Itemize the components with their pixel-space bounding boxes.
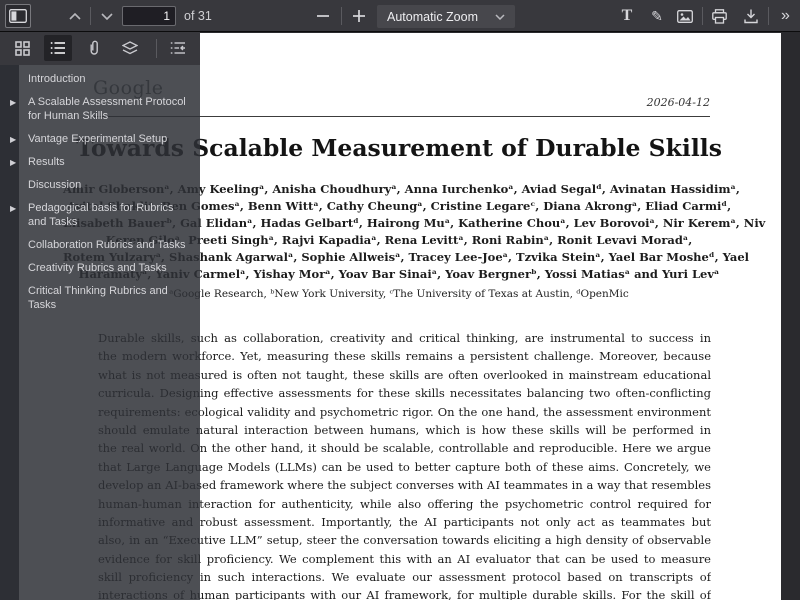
expand-triangle-icon[interactable]: ▶ [10, 98, 16, 107]
sidebar-toolbar-separator [156, 39, 157, 58]
outline-item-label: Critical Thinking Rubrics and Tasks [28, 285, 168, 311]
image-icon [677, 10, 693, 23]
outline-tree: Introduction ▶ A Scalable Assessment Pro… [0, 72, 200, 321]
outline-item-vantage-experimental-setup[interactable]: ▶ Vantage Experimental Setup [0, 132, 200, 146]
double-chevron-icon: » [781, 7, 789, 25]
draw-tool-button[interactable]: ✎ [644, 4, 670, 28]
plus-icon [353, 10, 365, 22]
outline-item-label: Creativity Rubrics and Tasks [28, 262, 167, 274]
zoom-in-button[interactable] [346, 4, 372, 28]
toolbar-separator [90, 7, 91, 25]
outline-item-introduction[interactable]: Introduction [0, 72, 200, 86]
pdf-viewer-window: Google 2026-04-12 Towards Scalable Measu… [0, 0, 800, 600]
next-page-button[interactable] [94, 4, 120, 28]
text-tool-icon: T [622, 7, 633, 25]
sidebar-toolbar [0, 32, 200, 65]
outline-item-label: Collaboration Rubrics and Tasks [28, 239, 186, 251]
outline-list-icon [50, 41, 66, 55]
chevron-up-icon [69, 13, 81, 20]
pencil-icon: ✎ [651, 8, 663, 25]
outline-item-collaboration-rubrics[interactable]: Collaboration Rubrics and Tasks [0, 238, 200, 252]
attachments-view-button[interactable] [80, 35, 108, 61]
current-outline-item-icon [170, 41, 186, 55]
sidebar: Introduction ▶ A Scalable Assessment Pro… [0, 32, 200, 600]
document-date: 2026-04-12 [647, 96, 710, 109]
layers-icon [122, 41, 138, 55]
layers-view-button[interactable] [116, 35, 144, 61]
outline-item-critical-thinking-rubrics[interactable]: Critical Thinking Rubrics and Tasks [0, 284, 200, 312]
thumbnails-view-button[interactable] [8, 35, 36, 61]
expand-triangle-icon[interactable]: ▶ [10, 135, 16, 144]
outline-item-creativity-rubrics[interactable]: Creativity Rubrics and Tasks [0, 261, 200, 275]
outline-item-label: Pedagogical basis for Rubrics and Tasks [28, 202, 174, 228]
toolbar-separator [768, 7, 769, 25]
zoom-level-select[interactable]: Automatic Zoom [377, 5, 515, 28]
outline-item-label: Introduction [28, 73, 85, 85]
outline-item-label: Results [28, 156, 65, 168]
outline-item-discussion[interactable]: Discussion [0, 178, 200, 192]
zoom-out-button[interactable] [310, 4, 336, 28]
outline-item-results[interactable]: ▶ Results [0, 155, 200, 169]
save-button[interactable] [738, 4, 764, 28]
toolbar-separator [702, 7, 703, 25]
page-count-label: of 31 [184, 9, 212, 23]
expand-triangle-icon[interactable]: ▶ [10, 204, 16, 213]
paperclip-icon [87, 40, 101, 56]
add-image-button[interactable] [672, 4, 698, 28]
chevron-down-icon [101, 13, 113, 20]
outline-item-label: Vantage Experimental Setup [28, 133, 167, 145]
outline-item-pedagogical-basis[interactable]: ▶ Pedagogical basis for Rubrics and Task… [0, 201, 200, 229]
toggle-sidebar-button[interactable] [5, 4, 31, 28]
current-outline-item-button[interactable] [164, 35, 192, 61]
toolbar-separator [341, 7, 342, 25]
outline-view-button[interactable] [44, 35, 72, 61]
text-tool-button[interactable]: T [614, 4, 640, 28]
minus-icon [317, 15, 329, 17]
main-toolbar: of 31 Automatic Zoom T ✎ [0, 0, 800, 32]
thumbnails-icon [15, 41, 30, 56]
print-button[interactable] [706, 4, 732, 28]
expand-triangle-icon[interactable]: ▶ [10, 158, 16, 167]
chevron-down-icon [495, 14, 505, 20]
outline-item-label: Discussion [28, 179, 81, 191]
download-icon [744, 9, 758, 24]
sidebar-toggle-icon [9, 9, 27, 23]
previous-page-button[interactable] [62, 4, 88, 28]
more-tools-button[interactable]: » [772, 4, 798, 28]
page-number-input[interactable] [122, 6, 176, 26]
outline-item-scalable-assessment-protocol[interactable]: ▶ A Scalable Assessment Protocol for Hum… [0, 95, 200, 123]
zoom-level-label: Automatic Zoom [387, 10, 495, 24]
outline-item-label: A Scalable Assessment Protocol for Human… [28, 96, 186, 122]
printer-icon [712, 9, 727, 24]
